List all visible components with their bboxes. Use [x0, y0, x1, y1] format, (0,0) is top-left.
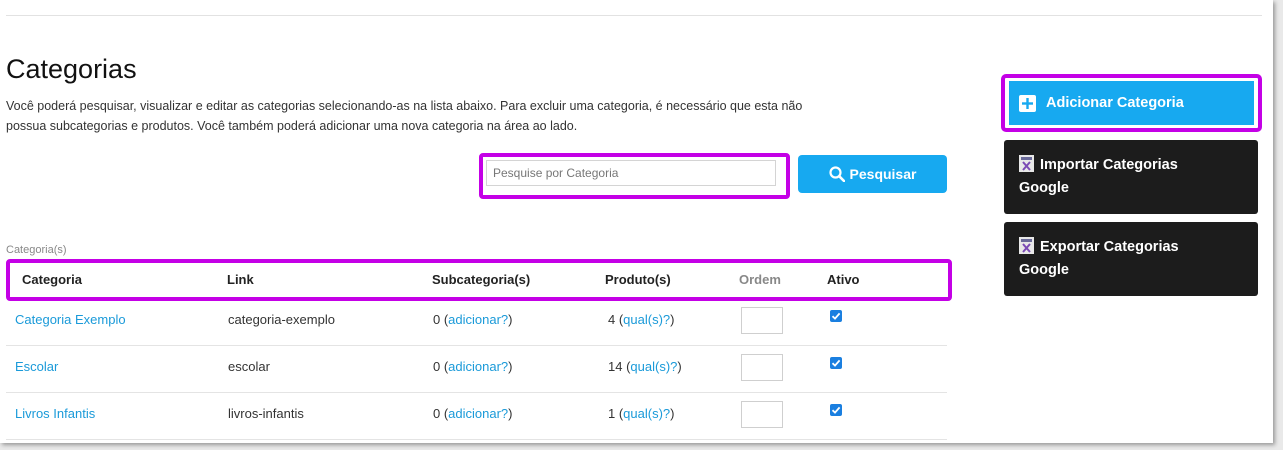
subcategory-cell: 0 (adicionar?): [433, 359, 513, 374]
export-button-text: Exportar Categorias Google: [1019, 236, 1249, 282]
spreadsheet-icon: [1019, 237, 1034, 254]
subcategory-cell: 0 (adicionar?): [433, 406, 513, 421]
add-subcategory-link[interactable]: adicionar?: [448, 359, 508, 374]
active-checkbox[interactable]: [830, 310, 842, 322]
description-line-2: possua subcategorias e produtos. Você ta…: [6, 119, 578, 133]
category-slug: escolar: [228, 359, 270, 374]
export-line-1: Exportar Categorias: [1040, 239, 1179, 255]
import-button-text: Importar Categorias Google: [1019, 154, 1249, 200]
category-name-link[interactable]: Livros Infantis: [15, 406, 95, 421]
page-title: Categorias: [6, 54, 137, 84]
search-icon: [828, 166, 845, 182]
product-cell: 4 (qual(s)?): [608, 312, 674, 327]
export-line-2: Google: [1019, 262, 1069, 278]
top-divider: [6, 15, 1262, 16]
product-cell: 1 (qual(s)?): [608, 406, 674, 421]
spreadsheet-icon: [1019, 155, 1034, 172]
table-caption: Categoria(s): [6, 244, 67, 256]
add-category-label: Adicionar Categoria: [1046, 95, 1184, 111]
product-count: 14 (: [608, 359, 631, 374]
close-paren: ): [508, 359, 513, 374]
header-categoria: Categoria: [22, 272, 82, 287]
product-count: 4 (: [608, 312, 624, 327]
search-input[interactable]: [486, 160, 776, 186]
close-paren: ): [508, 312, 513, 327]
check-icon: [831, 312, 841, 320]
export-google-categories-button[interactable]: Exportar Categorias Google: [1004, 222, 1258, 296]
plus-icon: [1019, 94, 1036, 112]
order-input[interactable]: [741, 401, 783, 428]
category-name-link[interactable]: Escolar: [15, 359, 58, 374]
import-line-1: Importar Categorias: [1040, 157, 1178, 173]
page-description: Você poderá pesquisar, visualizar e edit…: [6, 96, 866, 136]
table-row: Categoria Exemplo categoria-exemplo 0 (a…: [6, 299, 947, 346]
category-slug: categoria-exemplo: [228, 312, 335, 327]
which-products-link[interactable]: qual(s)?: [623, 406, 670, 421]
search-button-label: Pesquisar: [849, 166, 917, 182]
import-google-categories-button[interactable]: Importar Categorias Google: [1004, 140, 1258, 214]
check-icon: [831, 406, 841, 414]
order-input[interactable]: [741, 307, 783, 334]
main-panel: Categorias Você poderá pesquisar, visual…: [0, 0, 1273, 443]
product-cell: 14 (qual(s)?): [608, 359, 682, 374]
category-slug: livros-infantis: [228, 406, 304, 421]
subcategory-cell: 0 (adicionar?): [433, 312, 513, 327]
which-products-link[interactable]: qual(s)?: [630, 359, 677, 374]
which-products-link[interactable]: qual(s)?: [623, 312, 670, 327]
table-row: Livros Infantis livros-infantis 0 (adici…: [6, 393, 947, 440]
active-checkbox[interactable]: [830, 357, 842, 369]
header-produtos: Produto(s): [605, 272, 671, 287]
import-line-2: Google: [1019, 180, 1069, 196]
search-button[interactable]: Pesquisar: [798, 155, 947, 193]
subcategory-count: 0 (: [433, 406, 449, 421]
category-name-link[interactable]: Categoria Exemplo: [15, 312, 126, 327]
header-ativo: Ativo: [827, 272, 860, 287]
description-line-1: Você poderá pesquisar, visualizar e edit…: [6, 99, 803, 113]
close-paren: ): [670, 312, 675, 327]
active-checkbox[interactable]: [830, 404, 842, 416]
header-link: Link: [227, 272, 254, 287]
close-paren: ): [677, 359, 682, 374]
table-row: Escolar escolar 0 (adicionar?) 14 (qual(…: [6, 346, 947, 393]
close-paren: ): [508, 406, 513, 421]
order-input[interactable]: [741, 354, 783, 381]
header-ordem: Ordem: [739, 272, 781, 287]
add-subcategory-link[interactable]: adicionar?: [448, 406, 508, 421]
add-subcategory-link[interactable]: adicionar?: [448, 312, 508, 327]
check-icon: [831, 359, 841, 367]
subcategory-count: 0 (: [433, 359, 449, 374]
header-subcategorias: Subcategoria(s): [432, 272, 531, 287]
add-category-button[interactable]: Adicionar Categoria: [1009, 81, 1254, 125]
product-count: 1 (: [608, 406, 624, 421]
subcategory-count: 0 (: [433, 312, 449, 327]
close-paren: ): [670, 406, 675, 421]
